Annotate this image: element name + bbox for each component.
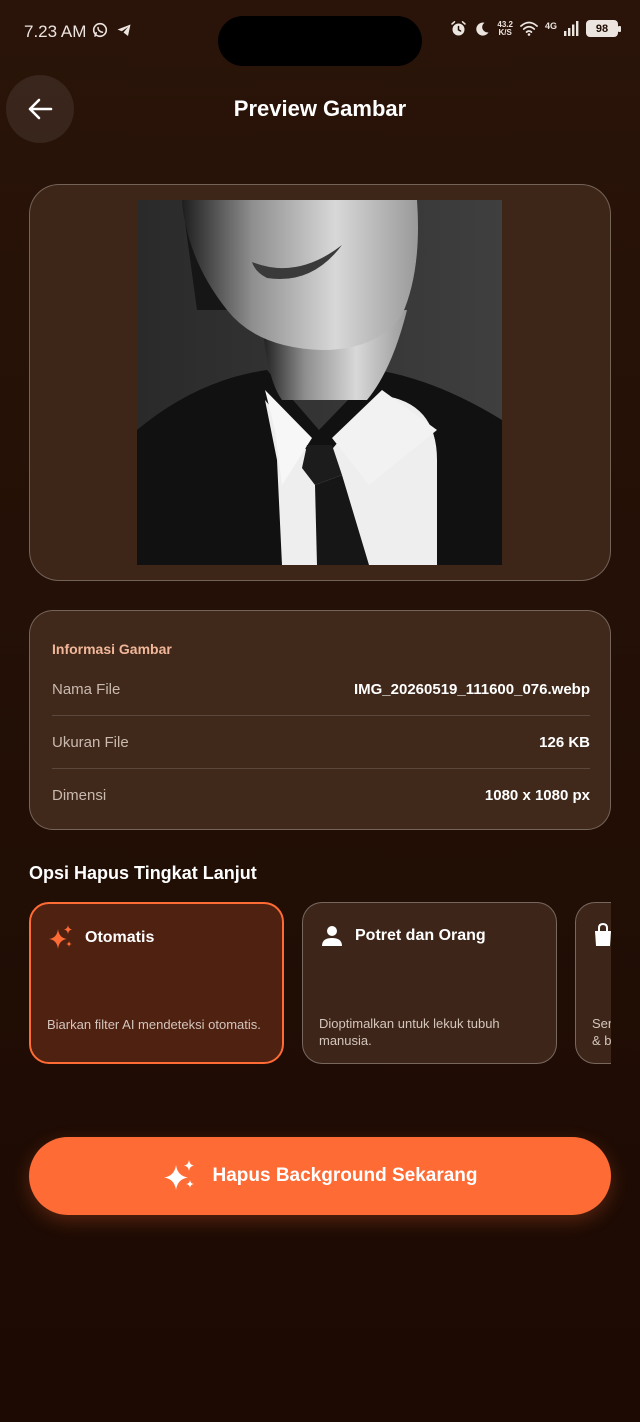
info-value: IMG_20260519_111600_076.webp — [353, 680, 590, 698]
telegram-icon — [117, 24, 131, 36]
status-system-icons: 43.2 K/S 4G 98 — [450, 20, 621, 37]
option-description: Biarkan filter AI mendeteksi otomatis. — [47, 1017, 261, 1032]
option-card-otomatis[interactable]: Otomatis Biarkan filter AI mendeteksi ot… — [29, 902, 284, 1064]
shopping-bag-icon — [595, 923, 611, 946]
wifi-icon — [520, 21, 538, 36]
status-bar: 7.23 AM 43.2 K/S 4G 98 — [0, 0, 640, 66]
info-value: 126 KB — [539, 733, 590, 751]
portrait-photo — [137, 200, 502, 565]
remove-background-button[interactable]: Hapus Background Sekarang — [29, 1137, 611, 1215]
option-description: Dioptimalkan untuk lekuk tubuh manusia. — [319, 1016, 500, 1048]
option-card-partial[interactable]: Ser & b — [575, 902, 611, 1064]
options-carousel[interactable]: Otomatis Biarkan filter AI mendeteksi ot… — [29, 902, 611, 1066]
status-time: 7.23 AM — [24, 22, 87, 41]
option-title: Otomatis — [85, 929, 155, 946]
image-info-card: Informasi Gambar Nama File IMG_20260519_… — [29, 610, 611, 830]
options-section-title: Opsi Hapus Tingkat Lanjut — [29, 863, 257, 883]
option-title: Potret dan Orang — [355, 927, 486, 944]
person-icon — [322, 926, 342, 946]
info-heading: Informasi Gambar — [52, 641, 172, 657]
info-label: Nama File — [52, 680, 121, 698]
network-speed-unit: K/S — [498, 27, 512, 37]
status-notification-icons — [92, 22, 132, 38]
info-row-dimensions: Dimensi 1080 x 1080 px — [52, 769, 590, 822]
option-description: Ser & b — [592, 1016, 611, 1048]
preview-image — [137, 200, 502, 565]
signal-icon — [564, 21, 579, 36]
option-head: Potret dan Orang — [319, 923, 486, 949]
sparkle-icon — [49, 925, 72, 949]
info-label: Dimensi — [52, 787, 107, 804]
option-head — [592, 923, 611, 947]
whatsapp-icon — [92, 22, 108, 38]
info-row-file-size: Ukuran File 126 KB — [52, 716, 590, 769]
cta-label: Hapus Background Sekarang — [212, 1165, 478, 1186]
option-card-potret[interactable]: Potret dan Orang Dioptimalkan untuk leku… — [302, 902, 557, 1064]
option-head: Otomatis — [47, 924, 154, 952]
info-row-file-name: Nama File IMG_20260519_111600_076.webp — [52, 663, 590, 716]
network-speed: 43.2 K/S — [497, 20, 513, 37]
info-value: 1080 x 1080 px — [484, 787, 590, 804]
do-not-disturb-moon-icon — [476, 22, 489, 36]
network-type: 4G — [544, 21, 557, 31]
battery-indicator: 98 — [586, 20, 621, 37]
page-title: Preview Gambar — [233, 96, 407, 121]
camera-notch — [218, 16, 422, 66]
sparkle-icon — [164, 1160, 195, 1190]
alarm-icon — [451, 21, 467, 36]
info-label: Ukuran File — [52, 733, 129, 751]
screen: 7.23 AM 43.2 K/S 4G 98 Preview Gambar In… — [0, 0, 640, 1422]
